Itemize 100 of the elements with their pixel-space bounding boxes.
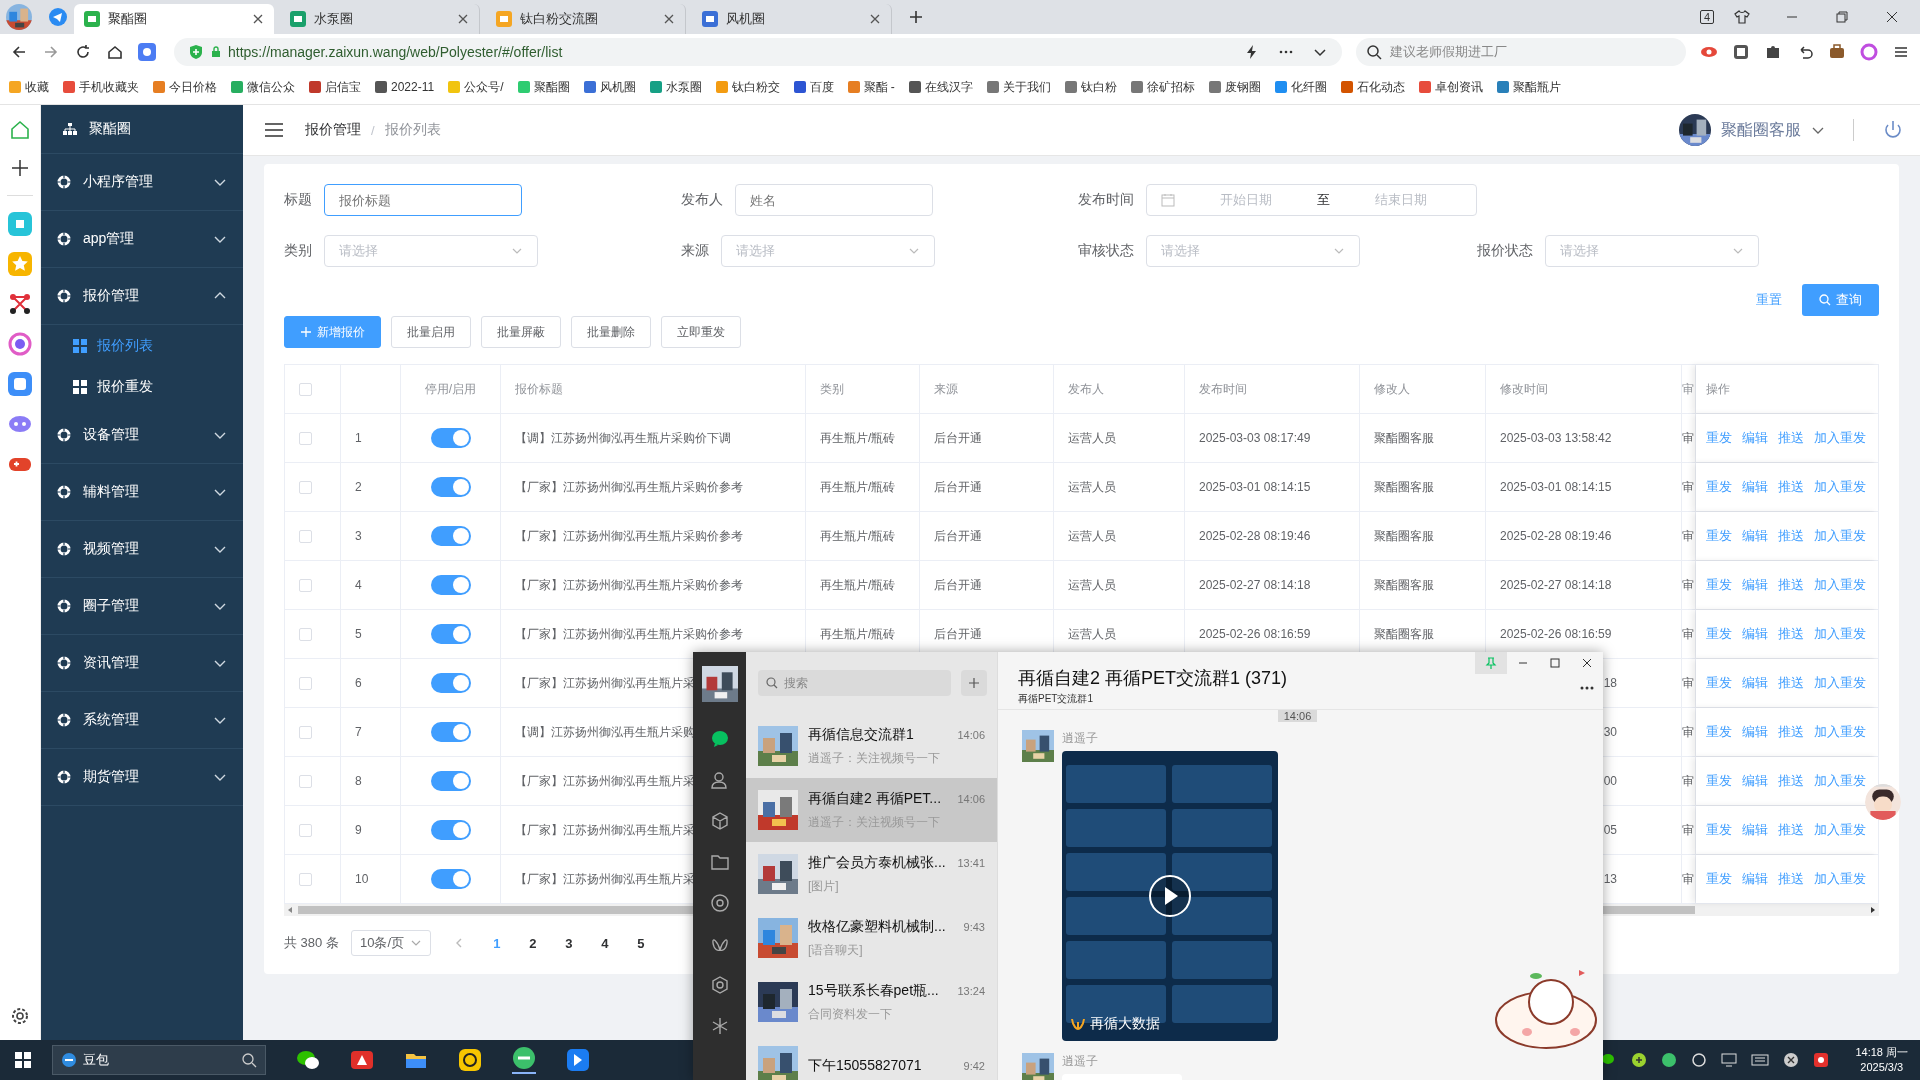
page-number[interactable]: 5 — [622, 935, 659, 951]
bookmark[interactable]: 徐矿招标 — [1129, 78, 1195, 96]
monitor-icon[interactable] — [1721, 1052, 1738, 1068]
browser-tab[interactable]: 聚酯圈 — [74, 4, 274, 34]
bookmark[interactable]: 水泵圈 — [648, 78, 702, 96]
ai-icon[interactable] — [138, 43, 156, 61]
bookmark[interactable]: 聚酯瓶片 — [1495, 78, 1561, 96]
taskbar-search[interactable]: 豆包 — [52, 1045, 266, 1075]
user-menu[interactable]: 聚酯圈客服 — [1721, 119, 1801, 141]
page-size-select[interactable]: 10条/页 — [350, 930, 431, 956]
conversation-item[interactable]: 牧格亿豪塑料机械制... 9:43 [语音聊天] — [746, 906, 997, 970]
row-checkbox[interactable] — [299, 627, 312, 641]
plus-icon[interactable] — [9, 157, 31, 179]
ai-icon[interactable] — [8, 372, 32, 396]
chat-bubble-icon[interactable] — [709, 729, 730, 749]
toggle-switch[interactable] — [430, 771, 471, 791]
row-checkbox[interactable] — [299, 872, 312, 886]
conversation-item[interactable]: 15号联系长春pet瓶... 13:24 合同资料发一下 — [746, 970, 997, 1034]
page-number[interactable]: 2 — [514, 935, 551, 951]
bookmark[interactable]: 化纤圈 — [1273, 78, 1327, 96]
scroll-left-icon[interactable] — [286, 906, 294, 914]
tray-icon[interactable] — [1661, 1052, 1678, 1068]
windows-icon[interactable] — [14, 1051, 32, 1069]
briefcase-icon[interactable] — [1828, 43, 1846, 61]
row-checkbox[interactable] — [299, 725, 312, 739]
toggle-switch[interactable] — [430, 477, 471, 497]
text-field[interactable]: 报价标题 — [324, 184, 522, 216]
new-tab-icon[interactable] — [908, 9, 924, 25]
app-icon[interactable] — [458, 1048, 482, 1072]
date-range-field[interactable]: 开始日期 至 结束日期 — [1146, 184, 1477, 216]
action-button[interactable]: 批量启用 — [391, 316, 471, 348]
bookmark[interactable]: 风机圈 — [582, 78, 636, 96]
bookmark[interactable]: 废钢圈 — [1207, 78, 1261, 96]
restore-icon[interactable] — [1834, 9, 1850, 25]
conversation-item[interactable]: 下午15055827071 9:42 — [746, 1034, 997, 1080]
action-button[interactable]: 批量删除 — [571, 316, 651, 348]
bookmark[interactable]: 卓创资讯 — [1417, 78, 1483, 96]
close-icon[interactable] — [1884, 9, 1900, 25]
bookmark[interactable]: 手机收藏夹 — [62, 78, 139, 96]
row-checkbox[interactable] — [299, 823, 312, 837]
toggle-switch[interactable] — [430, 722, 471, 742]
browser-icon[interactable] — [512, 1046, 536, 1074]
page-number[interactable]: 4 — [586, 935, 623, 951]
settings-icon[interactable] — [10, 1006, 30, 1026]
bookmark[interactable]: 收藏 — [8, 78, 49, 96]
cube-icon[interactable] — [709, 811, 730, 831]
clock[interactable]: 14:18 周一 2025/3/3 — [1855, 1045, 1908, 1075]
keyboard-icon[interactable] — [1751, 1051, 1770, 1069]
home-icon[interactable] — [106, 43, 124, 61]
row-checkbox[interactable] — [299, 774, 312, 788]
address-field[interactable]: https://manager.zaixun.wang/web/Polyester/#/offer/list — [174, 38, 1342, 66]
row-checkbox[interactable] — [299, 480, 312, 494]
chat-app-icon[interactable] — [296, 1048, 320, 1072]
bookmark[interactable]: 关于我们 — [985, 78, 1051, 96]
bookmark[interactable]: 聚酯 - — [846, 78, 895, 96]
conversation-item[interactable]: 再循信息交流群1 14:06 逍遥子：关注视频号一下 — [746, 714, 997, 778]
contacts-icon[interactable] — [709, 770, 730, 790]
paper-plane-icon[interactable] — [48, 7, 68, 27]
network-icon[interactable] — [8, 292, 32, 316]
aperture-icon[interactable] — [709, 893, 730, 913]
bookmark[interactable]: 今日价格 — [152, 78, 217, 96]
bookmark[interactable]: 石化动态 — [1339, 78, 1405, 96]
toggle-switch[interactable] — [430, 575, 471, 595]
bookmark[interactable]: 启信宝 — [308, 78, 361, 96]
row-checkbox[interactable] — [299, 676, 312, 690]
row-checkbox[interactable] — [299, 529, 312, 543]
toggle-switch[interactable] — [430, 869, 471, 889]
maximize-icon[interactable] — [1549, 657, 1561, 669]
bookmark[interactable]: 2022-11 — [374, 80, 435, 94]
bookmark[interactable]: 聚酯圈 — [516, 78, 570, 96]
page-number[interactable]: 3 — [550, 935, 587, 951]
scroll-right-icon[interactable] — [1869, 906, 1877, 914]
select-all-checkbox[interactable] — [299, 382, 312, 396]
tray-icon[interactable] — [1691, 1052, 1708, 1068]
bookmark[interactable]: 公众号/ — [447, 78, 504, 96]
bookmark[interactable]: 在线汉字 — [907, 78, 973, 96]
close-circle-icon[interactable] — [1783, 1052, 1800, 1068]
toggle-switch[interactable] — [430, 526, 471, 546]
close-icon[interactable] — [869, 13, 881, 25]
play-icon[interactable] — [1148, 874, 1192, 918]
close-icon[interactable] — [1581, 657, 1593, 669]
shirt-icon[interactable] — [1734, 9, 1750, 25]
bookmark[interactable]: 百度 — [792, 78, 834, 96]
action-button[interactable]: 批量屏蔽 — [481, 316, 561, 348]
window-count[interactable]: 4 — [1699, 10, 1714, 24]
tray-icon[interactable] — [1631, 1052, 1648, 1068]
conversation-item[interactable]: 推广会员方泰机械张... 13:41 [图片] — [746, 842, 997, 906]
ai-icon[interactable] — [8, 332, 32, 356]
submenu-item[interactable]: 报价列表 — [41, 325, 243, 366]
breadcrumb-link[interactable]: 报价管理 — [305, 121, 361, 139]
hexagon-icon[interactable] — [709, 975, 730, 995]
toggle-switch[interactable] — [430, 820, 471, 840]
office-app-icon[interactable] — [350, 1048, 374, 1072]
toggle-switch[interactable] — [430, 624, 471, 644]
reload-icon[interactable] — [74, 43, 92, 61]
add-button[interactable] — [961, 670, 987, 696]
toggle-switch[interactable] — [430, 673, 471, 693]
bookmark[interactable]: 微信公众 — [230, 78, 295, 96]
app-icon[interactable] — [566, 1048, 590, 1072]
power-icon[interactable] — [1882, 119, 1904, 141]
